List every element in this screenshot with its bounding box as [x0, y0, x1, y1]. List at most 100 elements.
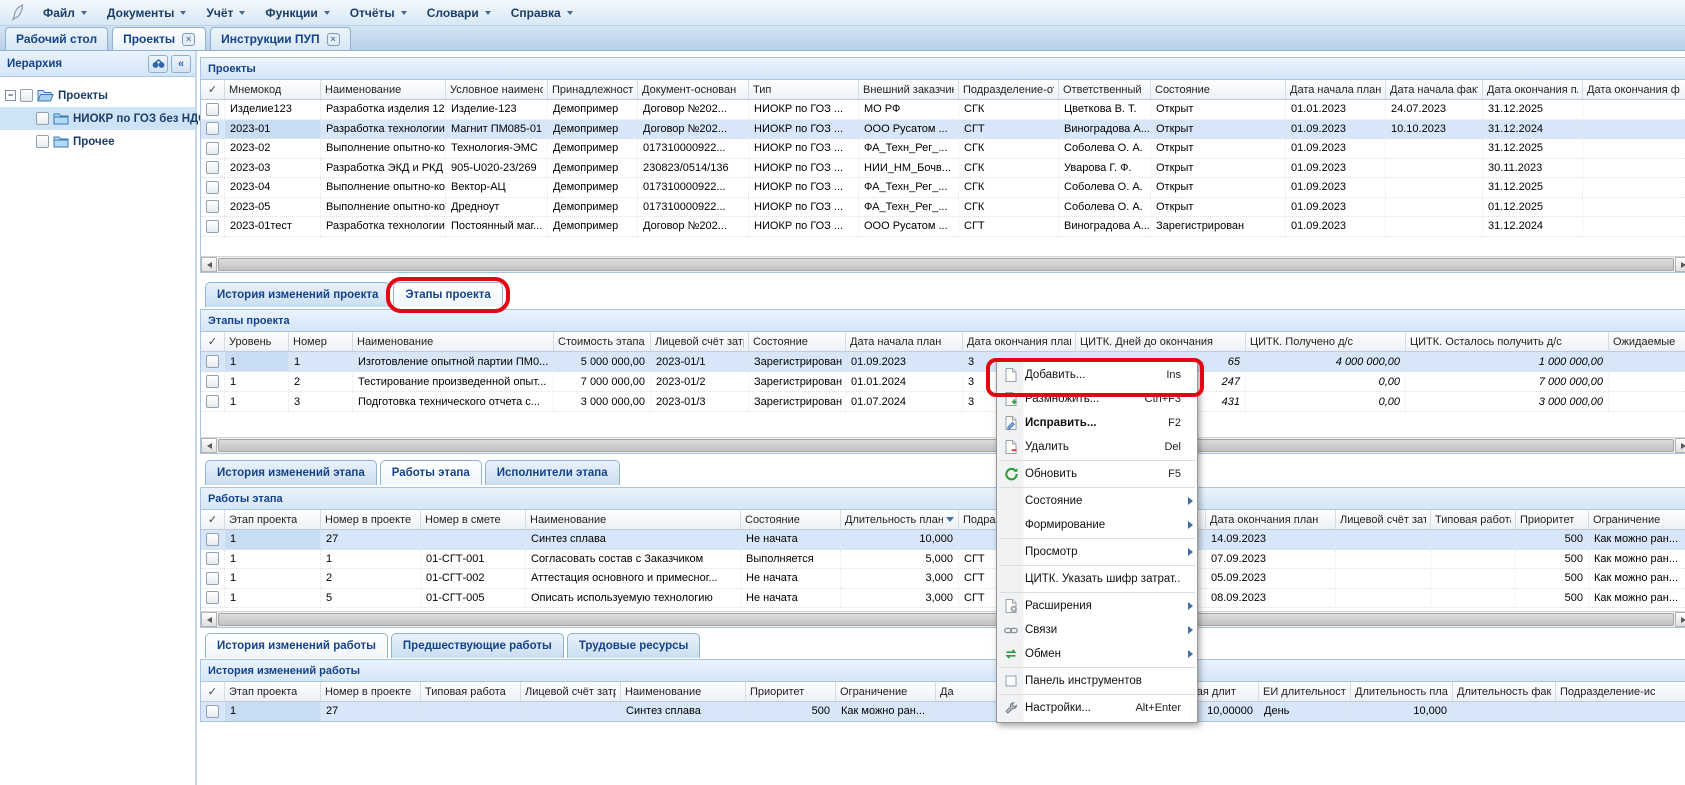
column-header[interactable]: Дата окончания ф [1583, 80, 1685, 99]
section-tab[interactable]: Исполнители этапа [485, 460, 620, 485]
table-row[interactable]: 127Синтез сплаваНе начата10,00014.09.202… [201, 530, 1685, 550]
scroll-left-button[interactable] [201, 257, 217, 272]
column-header[interactable]: Типовая работа [421, 682, 521, 701]
window-tab[interactable]: Инструкции ПУП× [210, 27, 350, 50]
section-tab[interactable]: История изменений работы [205, 633, 388, 658]
column-header[interactable]: Дата начала факт. [1386, 80, 1483, 99]
section-tab[interactable]: История изменений этапа [205, 460, 377, 485]
context-menu-item[interactable]: Состояние [997, 489, 1197, 513]
scroll-right-button[interactable] [1675, 438, 1685, 453]
scrollbar-thumb[interactable] [218, 258, 1674, 271]
column-header[interactable]: Мнемокод [225, 80, 321, 99]
scroll-left-button[interactable] [201, 612, 217, 627]
menubar-item[interactable]: Документы [97, 3, 196, 23]
menubar-item[interactable]: Функции [255, 3, 339, 23]
context-menu-item[interactable]: Просмотр [997, 540, 1197, 564]
column-header[interactable]: Подразделение-ис [1556, 682, 1685, 701]
column-header[interactable]: Приоритет [746, 682, 836, 701]
column-header[interactable]: Дата начала план [846, 332, 963, 351]
table-row[interactable]: 127Синтез сплава500Как можно ран...10,00… [201, 702, 1685, 721]
context-menu-item[interactable]: УдалитьDel [997, 435, 1197, 459]
table-row[interactable]: 2023-04Выполнение опытно-конс...Вектор-А… [201, 178, 1685, 198]
column-header[interactable]: Стоимость этапа [554, 332, 651, 351]
row-checkbox[interactable] [206, 355, 219, 368]
column-header[interactable]: ЦИТК. Осталось получить д/с [1406, 332, 1609, 351]
table-row[interactable]: 1501-СГТ-005Описать используемую техноло… [201, 589, 1685, 609]
table-row[interactable]: 2023-05Выполнение опытно-конс...Дредноут… [201, 198, 1685, 218]
row-checkbox[interactable] [206, 142, 219, 155]
scrollbar-thumb[interactable] [218, 439, 1674, 452]
menubar-item[interactable]: Словари [417, 3, 501, 23]
column-header[interactable]: Дата окончания план [963, 332, 1076, 351]
check-column-header[interactable]: ✓ [201, 332, 225, 351]
table-row[interactable]: 11Изготовление опытной партии ПМ0...5 00… [201, 352, 1685, 372]
column-header[interactable]: Условное наименова [446, 80, 548, 99]
table-row[interactable]: 1101-СГТ-001Согласовать состав с Заказчи… [201, 550, 1685, 570]
column-header[interactable]: Тип [749, 80, 859, 99]
column-header[interactable]: Лицевой счёт затрат. [651, 332, 749, 351]
search-binoculars-button[interactable] [148, 55, 168, 73]
row-checkbox[interactable] [206, 220, 219, 233]
section-tab[interactable]: История изменений проекта [205, 282, 390, 307]
column-header[interactable]: Документ-основан [638, 80, 749, 99]
row-checkbox[interactable] [206, 161, 219, 174]
tree-item[interactable]: НИОКР по ГОЗ без НДС [0, 107, 195, 130]
column-header[interactable]: Подразделение-от [959, 80, 1059, 99]
column-header[interactable]: Дата начала план. [1286, 80, 1386, 99]
column-header[interactable]: Приоритет [1516, 510, 1589, 529]
column-header[interactable]: Принадлежность [548, 80, 638, 99]
window-tab[interactable]: Рабочий стол [5, 27, 108, 50]
row-checkbox[interactable] [206, 375, 219, 388]
check-column-header[interactable]: ✓ [201, 682, 225, 701]
context-menu-item[interactable]: Размножить...Ctrl+F3 [997, 387, 1197, 411]
column-header[interactable]: Длительность фак [1453, 682, 1556, 701]
context-menu-item[interactable]: Исправить...F2 [997, 411, 1197, 435]
row-checkbox[interactable] [206, 591, 219, 604]
context-menu-item[interactable]: Настройки...Alt+Enter [997, 696, 1197, 720]
table-row[interactable]: 2023-01тестРазработка технологии и...Пос… [201, 217, 1685, 237]
column-header[interactable]: Внешний заказчик [859, 80, 959, 99]
scroll-right-button[interactable] [1675, 257, 1685, 272]
context-menu-item[interactable]: Формирование [997, 513, 1197, 537]
column-header[interactable]: Номер в проекте [321, 682, 421, 701]
tree-item[interactable]: Прочее [0, 130, 195, 153]
column-header[interactable]: Этап проекта [225, 510, 321, 529]
column-header[interactable]: Номер [289, 332, 353, 351]
check-column-header[interactable]: ✓ [201, 80, 225, 99]
column-header[interactable]: Состояние [749, 332, 846, 351]
column-header[interactable]: Ожидаемые [1609, 332, 1685, 351]
projects-horizontal-scrollbar[interactable] [201, 256, 1685, 272]
context-menu-item[interactable]: Панель инструментов [997, 669, 1197, 693]
menubar-item[interactable]: Файл [33, 3, 97, 23]
tree-checkbox[interactable] [20, 89, 33, 102]
row-checkbox[interactable] [206, 181, 219, 194]
table-row[interactable]: 13Подготовка технического отчета с...3 0… [201, 392, 1685, 412]
row-checkbox[interactable] [206, 552, 219, 565]
close-icon[interactable]: × [327, 33, 340, 46]
close-icon[interactable]: × [182, 33, 195, 46]
row-checkbox[interactable] [206, 395, 219, 408]
column-header[interactable]: Наименование [621, 682, 746, 701]
menubar-item[interactable]: Отчёты [340, 3, 417, 23]
context-menu-item[interactable]: ЦИТК. Указать шифр затрат... [997, 567, 1197, 591]
collapse-sidebar-button[interactable]: « [171, 55, 191, 73]
column-header[interactable]: Наименование [321, 80, 446, 99]
section-tab[interactable]: Работы этапа [380, 460, 482, 485]
window-tab[interactable]: Проекты× [112, 27, 206, 50]
section-tab[interactable]: Трудовые ресурсы [567, 633, 701, 658]
column-header[interactable]: ЕИ длительности [1259, 682, 1351, 701]
table-row[interactable]: 2023-01Разработка технологии и...Магнит … [201, 120, 1685, 140]
table-row[interactable]: 12Тестирование произведенной опыт...7 00… [201, 372, 1685, 392]
column-header[interactable]: Наименование [526, 510, 741, 529]
scroll-right-button[interactable] [1675, 612, 1685, 627]
column-header[interactable]: Типовая работа [1431, 510, 1516, 529]
row-checkbox[interactable] [206, 705, 219, 718]
tree-collapse-icon[interactable]: − [5, 90, 16, 101]
column-header[interactable]: Длительность пла [1351, 682, 1453, 701]
table-row[interactable]: 2023-03Разработка ЭКД и РКД н...905-U020… [201, 159, 1685, 179]
column-header[interactable]: ЦИТК. Дней до окончания [1076, 332, 1246, 351]
table-row[interactable]: 1201-СГТ-002Аттестация основного и приме… [201, 569, 1685, 589]
column-header[interactable]: Состояние [1151, 80, 1286, 99]
column-header[interactable]: Номер в смете [421, 510, 526, 529]
column-header[interactable]: Наименование [353, 332, 554, 351]
